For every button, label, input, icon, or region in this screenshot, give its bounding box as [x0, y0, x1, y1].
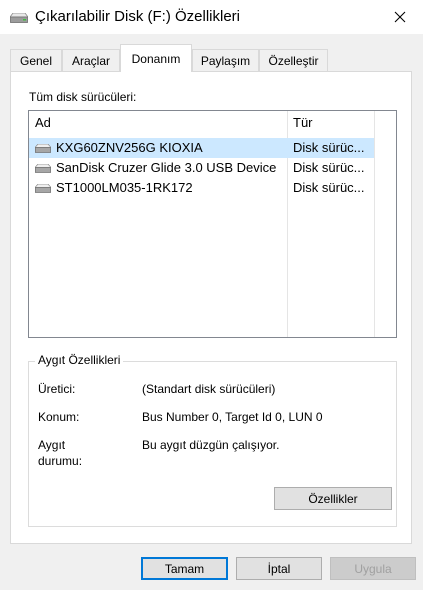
column-header-name[interactable]: Ad — [29, 111, 287, 135]
manufacturer-value: (Standart disk sürücüleri) — [142, 382, 276, 396]
list-item-type: Disk sürüc... — [293, 140, 365, 155]
ok-button[interactable]: Tamam — [141, 557, 228, 580]
column-header-type[interactable]: Tür — [287, 111, 377, 135]
list-item-name: SanDisk Cruzer Glide 3.0 USB Device — [56, 160, 277, 175]
column-separator[interactable] — [374, 111, 375, 337]
device-status-label-line2: durumu: — [38, 454, 83, 468]
apply-button[interactable]: Uygula — [330, 557, 416, 580]
tab-araclar[interactable]: Araçlar — [62, 49, 120, 71]
close-icon — [394, 11, 406, 23]
list-item-name: KXG60ZNV256G KIOXIA — [56, 140, 203, 155]
list-item-type: Disk sürüc... — [293, 180, 365, 195]
list-item[interactable]: ST1000LM035-1RK172 Disk sürüc... — [29, 178, 374, 198]
cancel-button[interactable]: İptal — [236, 557, 322, 580]
device-properties-group: Aygıt Özellikleri Üretici: (Standart dis… — [28, 353, 397, 527]
list-item-type: Disk sürüc... — [293, 160, 365, 175]
list-item[interactable]: SanDisk Cruzer Glide 3.0 USB Device Disk… — [29, 158, 374, 178]
tab-genel[interactable]: Genel — [10, 49, 62, 71]
location-value: Bus Number 0, Target Id 0, LUN 0 — [142, 410, 323, 424]
tab-paylasim[interactable]: Paylaşım — [192, 49, 259, 71]
group-title: Aygıt Özellikleri — [35, 353, 124, 367]
tab-ozellestir[interactable]: Özelleştir — [259, 49, 328, 71]
list-item[interactable]: KXG60ZNV256G KIOXIA Disk sürüc... — [29, 138, 374, 158]
properties-button[interactable]: Özellikler — [274, 487, 392, 510]
disk-list-label: Tüm disk sürücüleri: — [29, 90, 137, 104]
title-bar: Çıkarılabilir Disk (F:) Özellikleri — [0, 0, 423, 34]
hardware-panel: Tüm disk sürücüleri: Ad Tür KXG60ZNV256G… — [10, 71, 412, 544]
device-status-label: Aygıt durumu: — [38, 437, 82, 469]
device-status-label-line1: Aygıt — [38, 438, 66, 452]
location-label: Konum: — [38, 410, 80, 424]
list-item-name: ST1000LM035-1RK172 — [56, 180, 193, 195]
disk-drive-list[interactable]: Ad Tür KXG60ZNV256G KIOXIA Disk sürüc...… — [28, 110, 397, 338]
tab-strip: Genel Araçlar Donanım Paylaşım Özelleşti… — [10, 44, 420, 72]
manufacturer-label: Üretici: — [38, 382, 76, 396]
tab-donanim[interactable]: Donanım — [120, 44, 192, 72]
close-button[interactable] — [377, 0, 423, 34]
device-status-value: Bu aygıt düzgün çalışıyor. — [142, 438, 280, 452]
disk-drive-icon — [35, 164, 51, 173]
disk-drive-icon — [35, 184, 51, 193]
disk-drive-icon — [35, 144, 51, 153]
list-header: Ad Tür — [29, 111, 396, 135]
window-title: Çıkarılabilir Disk (F:) Özellikleri — [35, 8, 241, 25]
drive-icon — [10, 13, 28, 23]
